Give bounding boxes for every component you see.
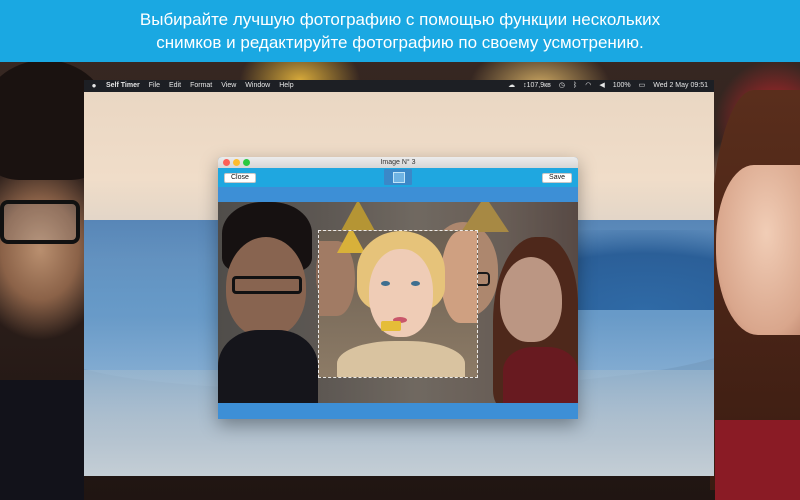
apple-menu-icon[interactable]: ●	[90, 80, 98, 92]
menu-view[interactable]: View	[221, 80, 236, 92]
battery-icon[interactable]: ▭	[639, 80, 646, 92]
crop-woman-face	[369, 249, 433, 337]
background-man-shirt	[0, 380, 84, 500]
window-minimize-icon[interactable]	[233, 159, 240, 166]
close-button[interactable]: Close	[224, 173, 256, 183]
save-button[interactable]: Save	[542, 173, 572, 183]
desktop-screen: ● Self Timer File Edit Format View Windo…	[84, 80, 714, 476]
image-window: Image N° 3 Close Save	[218, 157, 578, 419]
crop-eye	[411, 281, 420, 286]
menu-edit[interactable]: Edit	[169, 80, 181, 92]
background-woman-face	[716, 165, 800, 335]
cloud-icon[interactable]: ☁	[508, 80, 515, 92]
background-woman-dress	[715, 420, 800, 500]
background-man-glasses	[0, 200, 80, 244]
menu-app-name[interactable]: Self Timer	[106, 80, 140, 92]
bluetooth-icon[interactable]: ᛒ	[573, 80, 577, 92]
crop-right-face	[441, 231, 477, 323]
crop-selection[interactable]	[318, 230, 478, 378]
menu-window[interactable]: Window	[245, 80, 270, 92]
window-close-icon[interactable]	[223, 159, 230, 166]
crop-woman-dress	[337, 341, 465, 377]
party-horn	[381, 321, 401, 331]
menu-format[interactable]: Format	[190, 80, 212, 92]
photo-frame-top	[218, 187, 578, 202]
party-hat	[337, 231, 365, 253]
promo-caption-banner: Выбирайте лучшую фотографию с помощью фу…	[0, 0, 800, 62]
battery-status[interactable]: 100%	[613, 80, 631, 92]
menu-bar: ● Self Timer File Edit Format View Windo…	[84, 80, 714, 92]
data-counter[interactable]: ↕107,9кв	[523, 80, 551, 92]
crop-eye	[381, 281, 390, 286]
caption-line-2: снимков и редактируйте фотографию по сво…	[156, 33, 644, 52]
caption-line-1: Выбирайте лучшую фотографию с помощью фу…	[139, 10, 661, 29]
window-title: Image N° 3	[380, 159, 416, 166]
time-machine-icon[interactable]: ◷	[559, 80, 565, 92]
window-zoom-icon[interactable]	[243, 159, 250, 166]
menu-help[interactable]: Help	[279, 80, 293, 92]
photo-frame-bottom	[218, 403, 578, 419]
volume-icon[interactable]: ◀	[599, 80, 604, 92]
photo-canvas[interactable]	[218, 202, 578, 403]
menu-status-area: ☁ ↕107,9кв ◷ ᛒ ◠ ◀ 100% ▭ Wed 2 May 09:5…	[500, 80, 708, 92]
crop-photo-icon[interactable]	[384, 169, 412, 185]
menu-file[interactable]: File	[149, 80, 160, 92]
clock[interactable]: Wed 2 May 09:51	[653, 80, 708, 92]
window-titlebar[interactable]: Image N° 3	[218, 157, 578, 168]
wifi-icon[interactable]: ◠	[585, 80, 591, 92]
